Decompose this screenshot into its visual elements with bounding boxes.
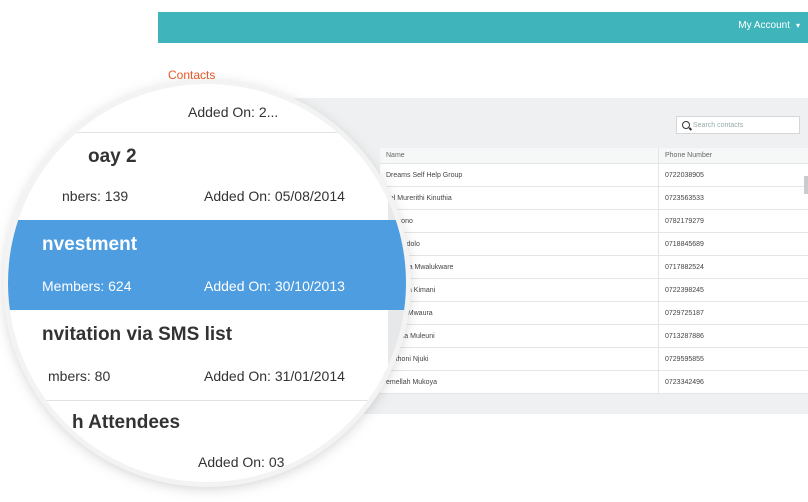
column-header-name[interactable]: Name xyxy=(380,152,658,159)
group-name: nvitation via SMS list xyxy=(42,324,233,345)
contact-phone: 0782179279 xyxy=(658,210,798,232)
member-count: Members: 624 xyxy=(42,278,132,294)
table-scrollbar[interactable] xyxy=(804,176,808,194)
contact-name: Dreams Self Help Group xyxy=(386,171,463,179)
contact-name: uel Murerithi Kinuthia xyxy=(386,194,452,202)
magnifier-lens: Added On: 2... oay 2 nbers: 139 Added On… xyxy=(8,84,406,482)
search-input[interactable]: Search contacts xyxy=(676,116,800,134)
contact-name: Ndinda Muleuni xyxy=(386,332,435,340)
added-on-date: Added On: 31/01/2014 xyxy=(204,368,345,384)
list-item-selected[interactable]: nvestment Members: 624 Added On: 30/10/2… xyxy=(8,220,406,310)
list-item[interactable]: h Attendees Added On: 03... xyxy=(8,400,406,482)
table-row[interactable]: Ndinda Muleuni 0713287886 xyxy=(380,325,808,348)
added-on-date: Added On: 30/10/2013 xyxy=(204,278,345,294)
member-count: nbers: 139 xyxy=(62,188,129,204)
contact-phone: 0713287886 xyxy=(658,325,798,347)
group-name: nvestment xyxy=(42,234,138,255)
page-title: Contacts xyxy=(168,68,216,82)
my-account-menu[interactable]: My Account ▾ xyxy=(738,20,800,31)
contact-phone: 0718845689 xyxy=(658,233,798,255)
table-row[interactable]: dma Ndolo 0718845689 xyxy=(380,233,808,256)
list-item[interactable]: Added On: 2... xyxy=(8,84,406,133)
column-header-phone[interactable]: Phone Number xyxy=(658,148,798,163)
contact-phone: 0723563533 xyxy=(658,187,798,209)
search-icon xyxy=(682,121,690,129)
table-row[interactable]: Wanyika Mwalukware 0717882524 xyxy=(380,256,808,279)
chevron-down-icon: ▾ xyxy=(795,21,800,30)
contact-phone: 0722038905 xyxy=(658,164,798,186)
added-on-date: Added On: 2... xyxy=(188,104,279,120)
group-name: h Attendees xyxy=(72,412,181,433)
table-row[interactable]: mbura Mwaura 0729725187 xyxy=(380,302,808,325)
table-row[interactable]: uel Murerithi Kinuthia 0723563533 xyxy=(380,187,808,210)
contact-phone: 0717882524 xyxy=(658,256,798,278)
table-header: Name Phone Number xyxy=(380,148,808,164)
contact-phone: 0729725187 xyxy=(658,302,798,324)
table-row[interactable]: Ngang'a Kimani 0722398245 xyxy=(380,279,808,302)
table-row[interactable]: emellah Mukoya 0723342496 xyxy=(380,371,808,394)
table-row[interactable]: Cherono 0782179279 xyxy=(380,210,808,233)
contact-name: Ngang'a Kimani xyxy=(386,286,436,294)
contact-phone: 0723342496 xyxy=(658,371,798,393)
my-account-label: My Account xyxy=(738,20,790,31)
contacts-table: Name Phone Number Dreams Self Help Group… xyxy=(380,148,808,394)
added-on-date: Added On: 05/08/2014 xyxy=(204,188,345,204)
contact-name: Muthoni Njuki xyxy=(386,355,429,363)
table-row[interactable]: Dreams Self Help Group 0722038905 xyxy=(380,164,808,187)
contact-name: emellah Mukoya xyxy=(386,378,437,386)
added-on-date: Added On: 03... xyxy=(198,454,297,470)
contact-phone: 0729595855 xyxy=(658,348,798,370)
table-row[interactable]: Muthoni Njuki 0729595855 xyxy=(380,348,808,371)
contact-name: dma Ndolo xyxy=(386,240,420,248)
contact-phone: 0722398245 xyxy=(658,279,798,301)
group-name: oay 2 xyxy=(88,146,137,167)
search-placeholder: Search contacts xyxy=(693,121,744,129)
member-count: mbers: 80 xyxy=(48,368,111,384)
top-navigation-bar: My Account ▾ xyxy=(158,12,808,43)
list-item[interactable]: nvitation via SMS list mbers: 80 Added O… xyxy=(8,310,406,401)
contact-name: Wanyika Mwalukware xyxy=(386,263,454,271)
contact-name: mbura Mwaura xyxy=(386,309,433,317)
contact-name: Cherono xyxy=(380,218,658,225)
list-item[interactable]: oay 2 nbers: 139 Added On: 05/08/2014 xyxy=(8,132,406,221)
